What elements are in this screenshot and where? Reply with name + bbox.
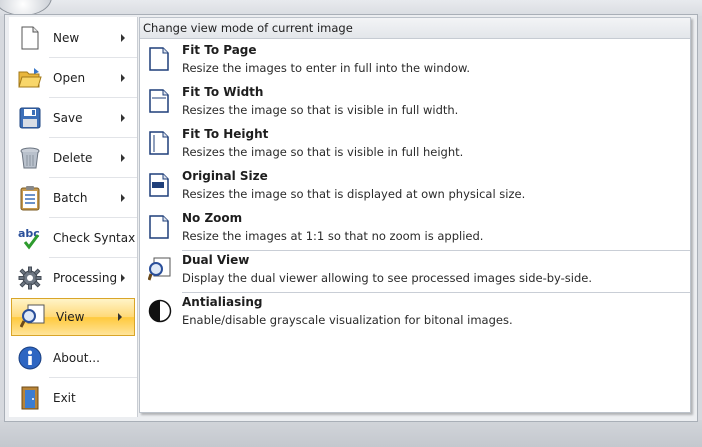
folder-open-icon — [17, 65, 43, 91]
info-icon — [17, 345, 43, 371]
menu-item-processing[interactable]: Processing — [9, 259, 137, 297]
submenu-arrow-icon — [121, 194, 125, 202]
option-description: Enable/disable grayscale visualization f… — [182, 313, 513, 327]
gear-icon — [17, 265, 43, 291]
option-title: No Zoom — [182, 211, 243, 225]
fit-page-icon — [148, 47, 170, 71]
option-description: Display the dual viewer allowing to see … — [182, 271, 592, 285]
menu-item-label: Processing — [53, 271, 118, 285]
menu-item-batch[interactable]: Batch — [9, 179, 137, 217]
option-description: Resize the images to enter in full into … — [182, 61, 470, 75]
no-zoom-page-icon — [148, 215, 170, 239]
divider — [49, 137, 137, 138]
exit-door-icon — [17, 385, 43, 411]
submenu-arrow-icon — [121, 74, 125, 82]
magnifier-icon — [20, 304, 46, 330]
submenu-arrow-icon — [118, 313, 122, 321]
option-antialiasing[interactable]: Antialiasing Enable/disable grayscale vi… — [140, 292, 690, 334]
status-bar-strip — [0, 420, 702, 447]
option-fit-to-page[interactable]: Fit To Page Resize the images to enter i… — [140, 40, 690, 82]
menu-item-label: Exit — [53, 391, 76, 405]
menu-item-label: New — [53, 31, 80, 45]
menu-item-new[interactable]: New — [9, 19, 137, 57]
option-description: Resizes the image so that is displayed a… — [182, 187, 526, 201]
option-description: Resize the images at 1:1 so that no zoom… — [182, 229, 484, 243]
menu-item-about[interactable]: About... — [9, 339, 137, 377]
option-title: Dual View — [182, 253, 250, 267]
menu-item-delete[interactable]: Delete — [9, 139, 137, 177]
option-title: Antialiasing — [182, 295, 263, 309]
menu-item-label: Save — [53, 111, 83, 125]
panel-header: Change view mode of current image — [140, 18, 690, 39]
menu-item-label: Delete — [53, 151, 93, 165]
option-title: Fit To Page — [182, 43, 257, 57]
option-title: Fit To Width — [182, 85, 264, 99]
menu-item-label: Batch — [53, 191, 88, 205]
submenu-arrow-icon — [121, 34, 125, 42]
floppy-disk-icon — [17, 105, 43, 131]
menu-item-save[interactable]: Save — [9, 99, 137, 137]
submenu-arrow-icon — [121, 154, 125, 162]
option-fit-to-width[interactable]: Fit To Width Resizes the image so that i… — [140, 82, 690, 124]
fit-height-icon — [148, 131, 170, 155]
new-document-icon — [17, 25, 43, 51]
divider — [49, 177, 137, 178]
option-title: Fit To Height — [182, 127, 269, 141]
menu-item-label: Open — [53, 71, 86, 85]
menu-item-label: Check Syntax — [53, 231, 136, 245]
submenu-arrow-icon — [121, 274, 125, 282]
divider — [49, 377, 137, 378]
option-dual-view[interactable]: Dual View Display the dual viewer allowi… — [140, 250, 690, 292]
dpi-page-icon — [148, 173, 170, 197]
menu-command-list: New Open Save Delete Batch abc Check Syn… — [9, 17, 138, 417]
divider — [49, 97, 137, 98]
option-description: Resizes the image so that is visible in … — [182, 103, 459, 117]
menu-item-label: View — [56, 310, 85, 324]
clipboard-list-icon — [17, 185, 43, 211]
menu-item-view[interactable]: View — [11, 298, 135, 336]
fit-width-icon — [148, 89, 170, 113]
half-circle-contrast-icon — [148, 299, 172, 323]
submenu-arrow-icon — [121, 114, 125, 122]
menu-item-label: About... — [53, 351, 100, 365]
menu-item-check-syntax[interactable]: abc Check Syntax — [9, 219, 137, 257]
trash-can-icon — [17, 145, 43, 171]
option-no-zoom[interactable]: No Zoom Resize the images at 1:1 so that… — [140, 208, 690, 250]
option-fit-to-height[interactable]: Fit To Height Resizes the image so that … — [140, 124, 690, 166]
menu-item-open[interactable]: Open — [9, 59, 137, 97]
option-original-size[interactable]: Original Size Resizes the image so that … — [140, 166, 690, 208]
option-description: Resizes the image so that is visible in … — [182, 145, 464, 159]
divider — [49, 257, 137, 258]
dual-view-magnifier-icon — [147, 257, 171, 281]
view-submenu-panel: Change view mode of current image Fit To… — [139, 17, 691, 413]
menu-item-exit[interactable]: Exit — [9, 379, 137, 417]
option-title: Original Size — [182, 169, 268, 183]
abc-check-icon: abc — [17, 225, 43, 251]
divider — [49, 57, 137, 58]
divider — [49, 217, 137, 218]
